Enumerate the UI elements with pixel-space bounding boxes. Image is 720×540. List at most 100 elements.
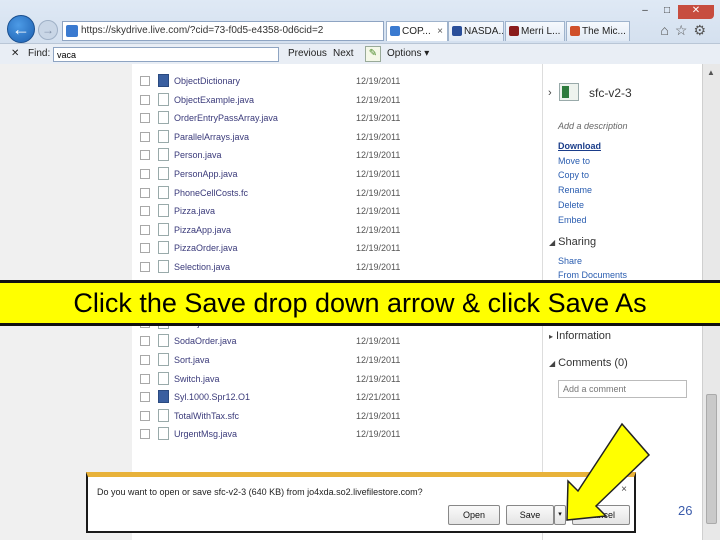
file-checkbox[interactable] bbox=[140, 224, 150, 235]
file-name[interactable]: Person.java bbox=[174, 150, 222, 160]
find-previous-button[interactable]: Previous bbox=[288, 48, 327, 59]
file-row[interactable]: PhoneCellCosts.fc 12/19/2011 bbox=[132, 184, 542, 202]
file-row[interactable]: PersonApp.java 12/19/2011 bbox=[132, 165, 542, 183]
cancel-button[interactable]: Cancel bbox=[572, 505, 630, 525]
file-row[interactable]: OrderEntryPassArray.java 12/19/2011 bbox=[132, 109, 542, 127]
download-link[interactable]: Download bbox=[558, 141, 601, 151]
find-next-button[interactable]: Next bbox=[333, 48, 354, 59]
copy-to-link[interactable]: Copy to bbox=[558, 170, 589, 180]
home-icon[interactable]: ⌂ bbox=[660, 22, 674, 38]
file-checkbox[interactable] bbox=[140, 429, 150, 440]
file-row[interactable]: Switch.java 12/19/2011 bbox=[132, 370, 542, 388]
move-to-link[interactable]: Move to bbox=[558, 156, 590, 166]
file-row[interactable]: Pizza.java 12/19/2011 bbox=[132, 202, 542, 220]
file-date: 12/19/2011 bbox=[356, 94, 401, 105]
file-checkbox[interactable] bbox=[140, 373, 150, 384]
file-name[interactable]: PizzaApp.java bbox=[174, 225, 231, 235]
tab-nasdaq[interactable]: NASDA... bbox=[448, 21, 504, 41]
file-row[interactable]: TotalWithTax.sfc 12/19/2011 bbox=[132, 407, 542, 425]
file-checkbox[interactable] bbox=[140, 392, 150, 403]
minimize-button[interactable]: – bbox=[634, 5, 656, 19]
information-heading[interactable]: ▸ Information bbox=[549, 330, 611, 342]
embed-link[interactable]: Embed bbox=[558, 215, 587, 225]
comment-input[interactable]: Add a comment bbox=[558, 380, 687, 398]
file-row[interactable]: Sort.java 12/19/2011 bbox=[132, 351, 542, 369]
file-row[interactable]: PizzaApp.java 12/19/2011 bbox=[132, 221, 542, 239]
file-checkbox[interactable] bbox=[140, 262, 150, 272]
file-row[interactable]: Syl.1000.Spr12.O1 12/21/2011 bbox=[132, 388, 542, 406]
file-row[interactable]: ObjectExample.java 12/19/2011 bbox=[132, 91, 542, 109]
file-row[interactable]: UrgentMsg.java 12/19/2011 bbox=[132, 425, 542, 443]
back-button[interactable]: ← bbox=[7, 15, 35, 43]
file-checkbox[interactable] bbox=[140, 336, 150, 347]
document-icon bbox=[158, 334, 169, 348]
file-checkbox[interactable] bbox=[140, 243, 150, 254]
find-input[interactable] bbox=[53, 47, 279, 62]
file-name[interactable]: Switch.java bbox=[174, 374, 220, 384]
favorites-star-icon[interactable]: ☆ bbox=[675, 22, 694, 38]
save-button[interactable]: Save bbox=[506, 505, 554, 525]
file-name[interactable]: Selection.java bbox=[174, 262, 230, 272]
file-date: 12/19/2011 bbox=[356, 131, 401, 142]
close-window-button[interactable]: ✕ bbox=[678, 5, 714, 19]
file-checkbox[interactable] bbox=[140, 76, 150, 86]
file-name[interactable]: Sort.java bbox=[174, 355, 210, 365]
file-row[interactable]: ObjectDictionary 12/19/2011 bbox=[132, 72, 542, 90]
scroll-up-icon[interactable]: ▲ bbox=[707, 68, 715, 77]
file-name[interactable]: TotalWithTax.sfc bbox=[174, 411, 239, 421]
sharing-heading[interactable]: ◢ Sharing bbox=[549, 236, 596, 248]
file-row[interactable]: PizzaOrder.java 12/19/2011 bbox=[132, 239, 542, 257]
tab-cop[interactable]: COP... × bbox=[386, 21, 448, 41]
file-name[interactable]: PizzaOrder.java bbox=[174, 243, 238, 253]
file-row[interactable]: SodaOrder.java 12/19/2011 bbox=[132, 332, 542, 350]
file-checkbox[interactable] bbox=[140, 187, 150, 198]
file-checkbox[interactable] bbox=[140, 131, 150, 142]
tab-microsoft[interactable]: The Mic... bbox=[566, 21, 630, 41]
file-name[interactable]: ParallelArrays.java bbox=[174, 132, 249, 142]
document-icon bbox=[158, 260, 169, 273]
file-name[interactable]: SodaOrder.java bbox=[174, 336, 237, 346]
file-name[interactable]: OrderEntryPassArray.java bbox=[174, 113, 278, 123]
file-checkbox[interactable] bbox=[140, 150, 150, 161]
file-name[interactable]: Syl.1000.Spr12.O1 bbox=[174, 392, 250, 402]
scrollbar-thumb[interactable] bbox=[706, 394, 717, 524]
open-button[interactable]: Open bbox=[448, 505, 500, 525]
forward-button[interactable]: → bbox=[38, 20, 58, 40]
file-name[interactable]: ObjectDictionary bbox=[174, 76, 240, 86]
file-row[interactable]: Selection.java 12/19/2011 bbox=[132, 258, 542, 276]
maximize-button[interactable]: □ bbox=[656, 5, 678, 19]
file-date: 12/19/2011 bbox=[356, 76, 401, 86]
file-name[interactable]: UrgentMsg.java bbox=[174, 429, 237, 439]
file-name[interactable]: ObjectExample.java bbox=[174, 95, 254, 105]
file-checkbox[interactable] bbox=[140, 169, 150, 179]
from-documents-link[interactable]: From Documents bbox=[558, 270, 627, 280]
tab-merriam[interactable]: Merri L... bbox=[505, 21, 565, 41]
find-highlight-icon[interactable]: ✎ bbox=[365, 46, 381, 62]
delete-link[interactable]: Delete bbox=[558, 200, 584, 210]
file-row[interactable]: Person.java 12/19/2011 bbox=[132, 146, 542, 164]
share-link[interactable]: Share bbox=[558, 256, 582, 266]
rename-link[interactable]: Rename bbox=[558, 185, 592, 195]
find-close-icon[interactable]: ✕ bbox=[11, 48, 19, 59]
site-favicon-icon bbox=[66, 25, 78, 37]
document-icon bbox=[158, 241, 169, 255]
chevron-right-icon[interactable]: › bbox=[548, 87, 552, 99]
comments-heading[interactable]: ◢ Comments (0) bbox=[549, 357, 628, 369]
file-checkbox[interactable] bbox=[140, 410, 150, 421]
file-name[interactable]: Pizza.java bbox=[174, 206, 215, 216]
address-bar[interactable]: https://skydrive.live.com/?cid=73-f0d5-e… bbox=[62, 21, 384, 41]
sharing-heading-label: Sharing bbox=[558, 236, 597, 248]
file-checkbox[interactable] bbox=[140, 113, 150, 124]
file-checkbox[interactable] bbox=[140, 206, 150, 217]
add-description-link[interactable]: Add a description bbox=[558, 121, 628, 131]
file-checkbox[interactable] bbox=[140, 355, 150, 365]
file-checkbox[interactable] bbox=[140, 94, 150, 105]
close-icon[interactable]: × bbox=[621, 484, 627, 495]
find-options-menu[interactable]: Options ▾ bbox=[387, 48, 429, 59]
save-dropdown-arrow[interactable]: ▾ bbox=[554, 505, 566, 525]
file-name[interactable]: PersonApp.java bbox=[174, 169, 238, 179]
file-row[interactable]: ParallelArrays.java 12/19/2011 bbox=[132, 128, 542, 146]
gear-icon[interactable]: ⚙ bbox=[693, 22, 712, 38]
file-name[interactable]: PhoneCellCosts.fc bbox=[174, 188, 248, 198]
tab-close-icon[interactable]: × bbox=[437, 22, 443, 41]
